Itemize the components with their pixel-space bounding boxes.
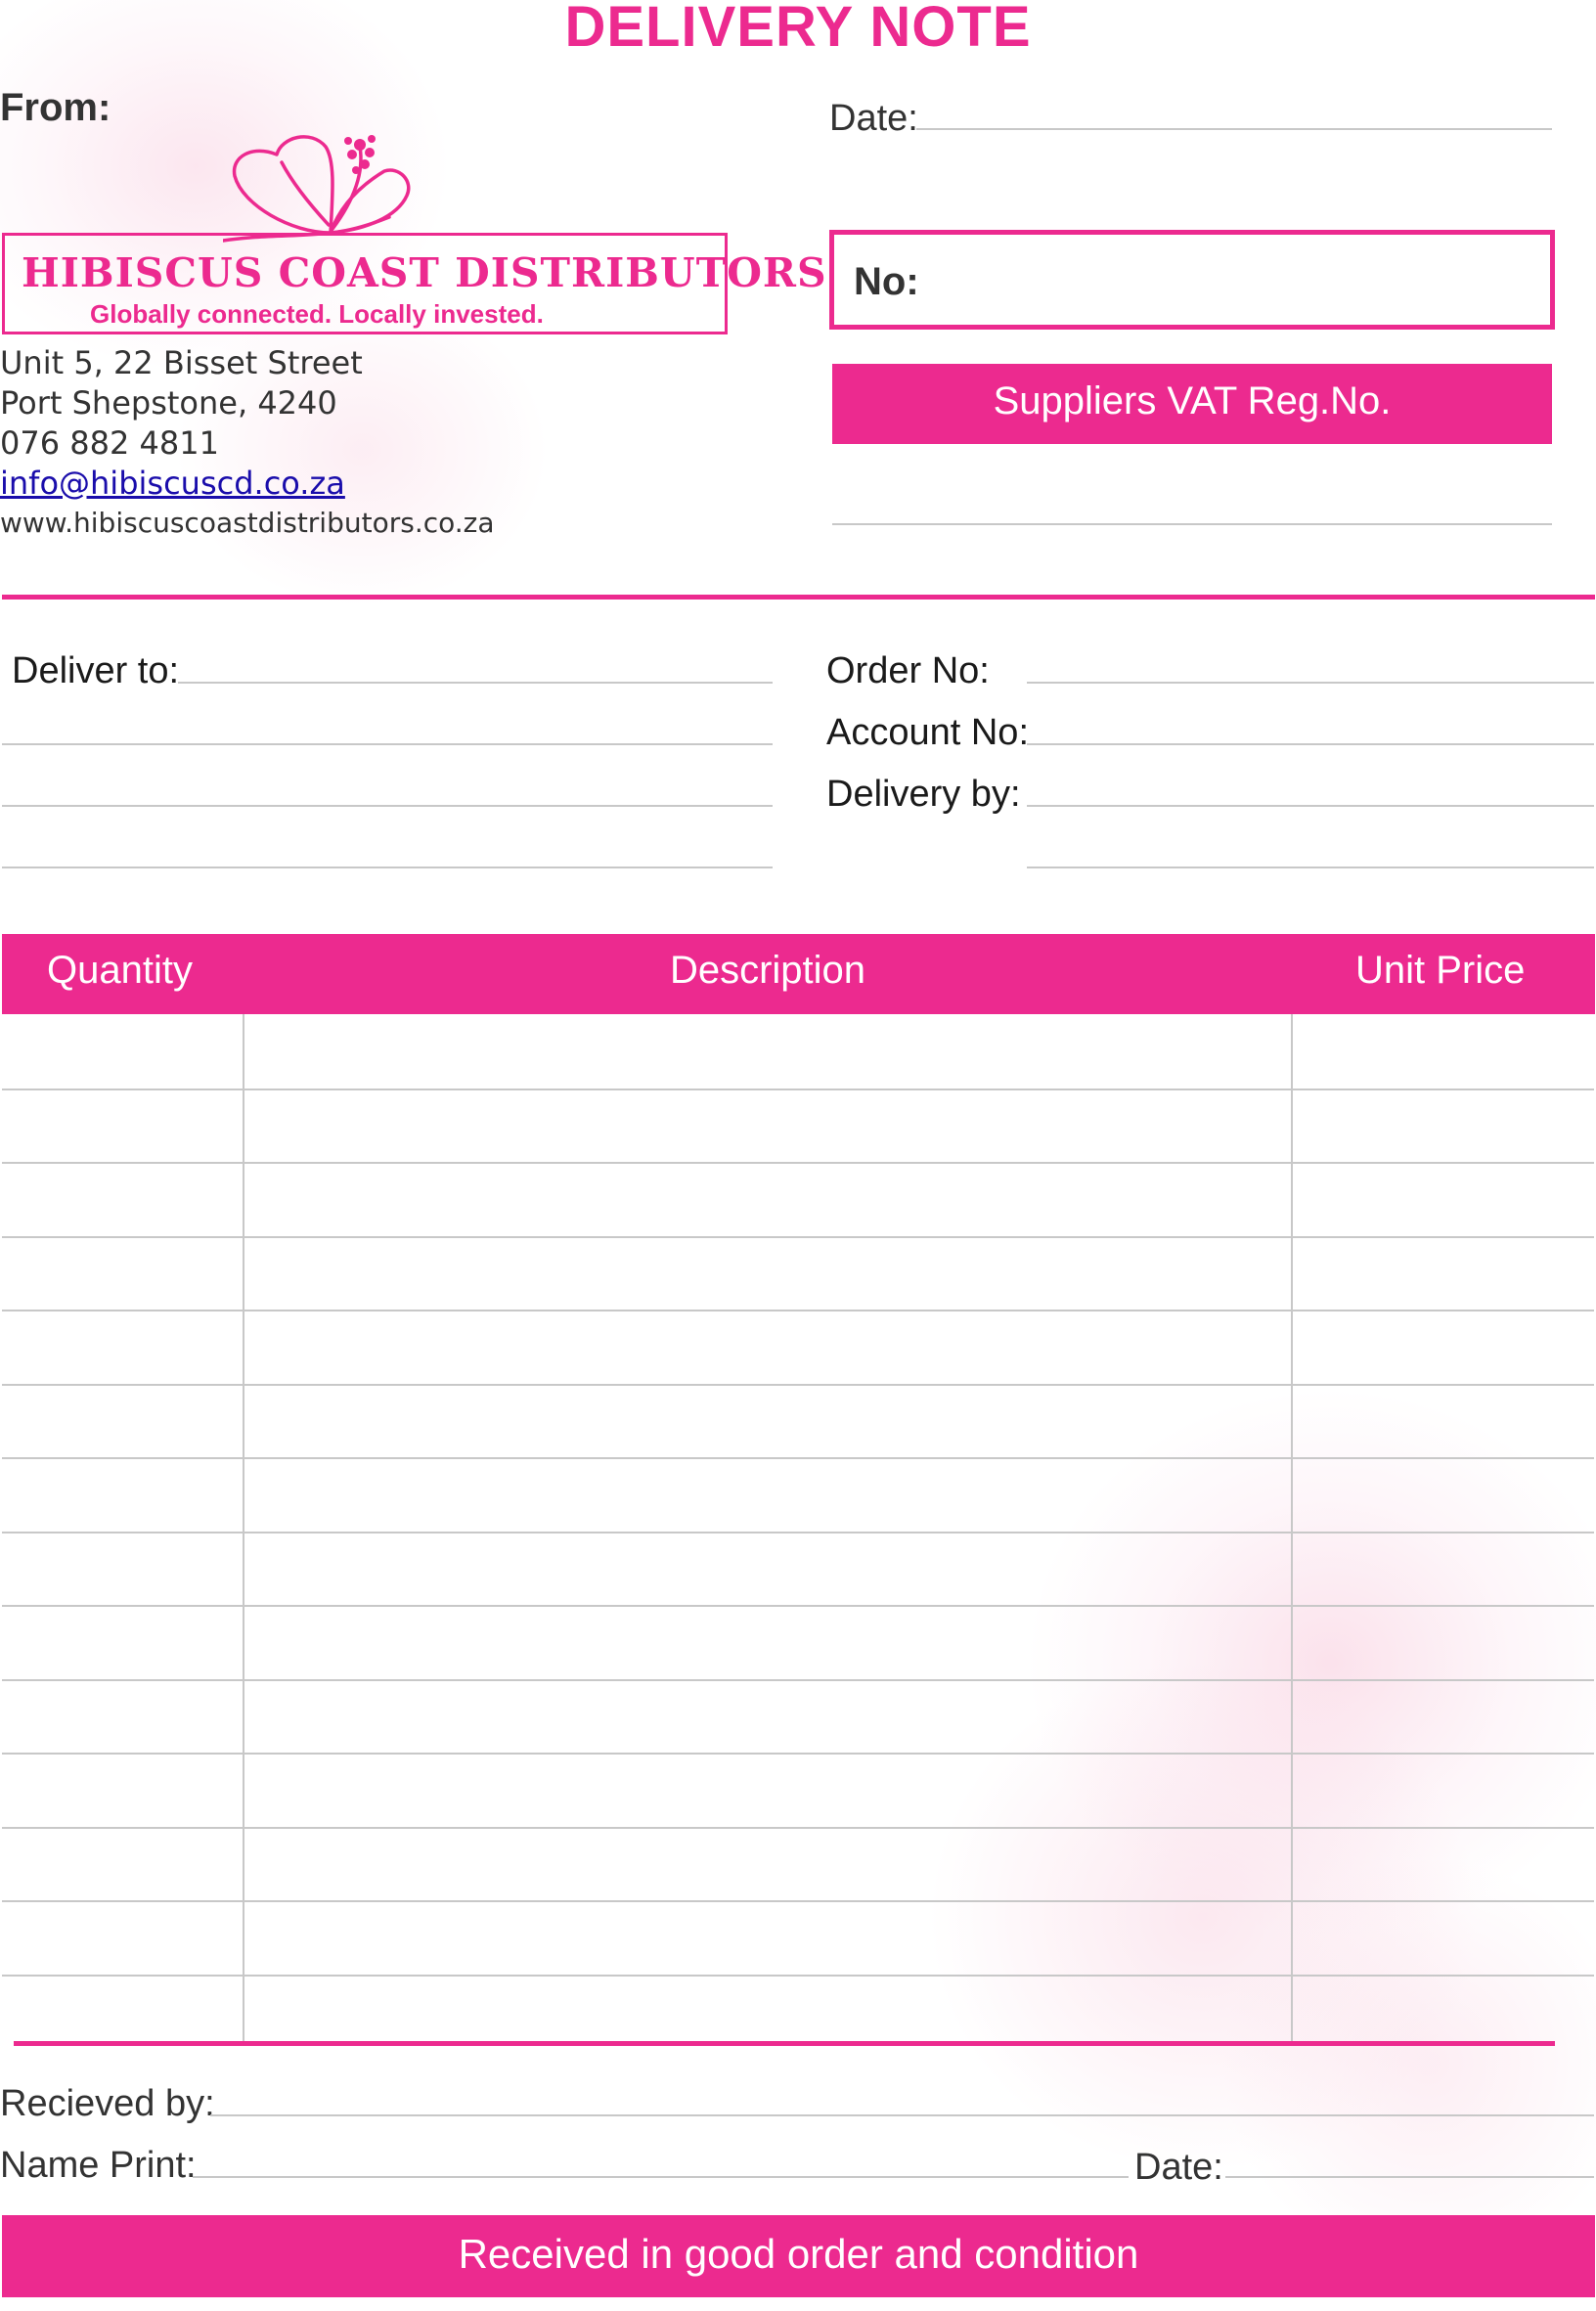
company-logo: HIBISCUS COAST DISTRIBUTORS Globally con… <box>0 127 826 342</box>
delivery-by-field[interactable] <box>1027 867 1594 868</box>
received-by-label: Recieved by: <box>0 2083 215 2124</box>
signoff-date-field[interactable] <box>1225 2176 1594 2178</box>
address-line2: Port Shepstone, 4240 <box>0 384 337 422</box>
footer-text: Received in good order and condition <box>458 2231 1139 2277</box>
name-print-label: Name Print: <box>0 2145 197 2186</box>
vat-label: Suppliers VAT Reg.No. <box>993 379 1392 422</box>
footer-bar: Received in good order and condition <box>2 2215 1595 2297</box>
table-row-divider <box>2 1162 1594 1164</box>
company-website: www.hibiscuscoastdistributors.co.za <box>0 507 495 539</box>
name-print-field[interactable] <box>193 2176 1129 2178</box>
items-table-body[interactable] <box>0 1014 1596 2041</box>
date-label: Date: <box>829 98 918 139</box>
deliver-to-field[interactable] <box>2 743 773 745</box>
deliver-to-label: Deliver to: <box>12 650 180 691</box>
order-no-field[interactable] <box>1027 682 1594 684</box>
deliver-to-field[interactable] <box>2 805 773 807</box>
company-name: HIBISCUS COAST DISTRIBUTORS <box>22 249 827 296</box>
column-header-unit-price: Unit Price <box>1355 949 1526 992</box>
table-row-divider <box>2 1605 1594 1607</box>
table-row-divider <box>2 1827 1594 1829</box>
section-divider <box>2 595 1595 600</box>
company-email-link[interactable]: info@hibiscuscd.co.za <box>0 465 345 502</box>
document-number-label: No: <box>854 260 919 303</box>
table-row-divider <box>2 1236 1594 1238</box>
table-header: Quantity Description Unit Price <box>2 934 1595 1014</box>
delivery-by-label: Delivery by: <box>826 774 1021 815</box>
table-bottom-rule <box>14 2041 1555 2046</box>
column-divider <box>243 1014 244 2041</box>
company-phone: 076 882 4811 <box>0 424 219 462</box>
table-row-divider <box>2 1089 1594 1090</box>
company-tagline: Globally connected. Locally invested. <box>90 299 544 329</box>
table-row-divider <box>2 1975 1594 1977</box>
table-row-divider <box>2 1753 1594 1755</box>
from-label: From: <box>0 86 111 129</box>
table-row-divider <box>2 1532 1594 1533</box>
document-number-box[interactable]: No: <box>829 230 1555 330</box>
deliver-to-field[interactable] <box>178 682 773 684</box>
date-field[interactable] <box>916 128 1552 130</box>
table-row-divider <box>2 1457 1594 1459</box>
column-divider <box>1291 1014 1293 2041</box>
vat-header-bar: Suppliers VAT Reg.No. <box>832 364 1552 444</box>
table-row-divider <box>2 1900 1594 1902</box>
hibiscus-flower-icon <box>223 135 411 243</box>
vat-number-field[interactable] <box>832 523 1552 525</box>
deliver-to-field[interactable] <box>2 867 773 868</box>
received-by-field[interactable] <box>210 2114 1594 2116</box>
order-no-label: Order No: <box>826 650 990 691</box>
document-title: DELIVERY NOTE <box>564 0 1032 59</box>
table-row-divider <box>2 1679 1594 1681</box>
address-line1: Unit 5, 22 Bisset Street <box>0 344 363 381</box>
account-no-label: Account No: <box>826 712 1029 753</box>
account-no-field[interactable] <box>1027 743 1594 745</box>
delivery-by-field[interactable] <box>1027 805 1594 807</box>
table-row-divider <box>2 1310 1594 1311</box>
signoff-date-label: Date: <box>1134 2147 1223 2188</box>
column-header-description: Description <box>669 949 866 992</box>
table-row-divider <box>2 1384 1594 1386</box>
